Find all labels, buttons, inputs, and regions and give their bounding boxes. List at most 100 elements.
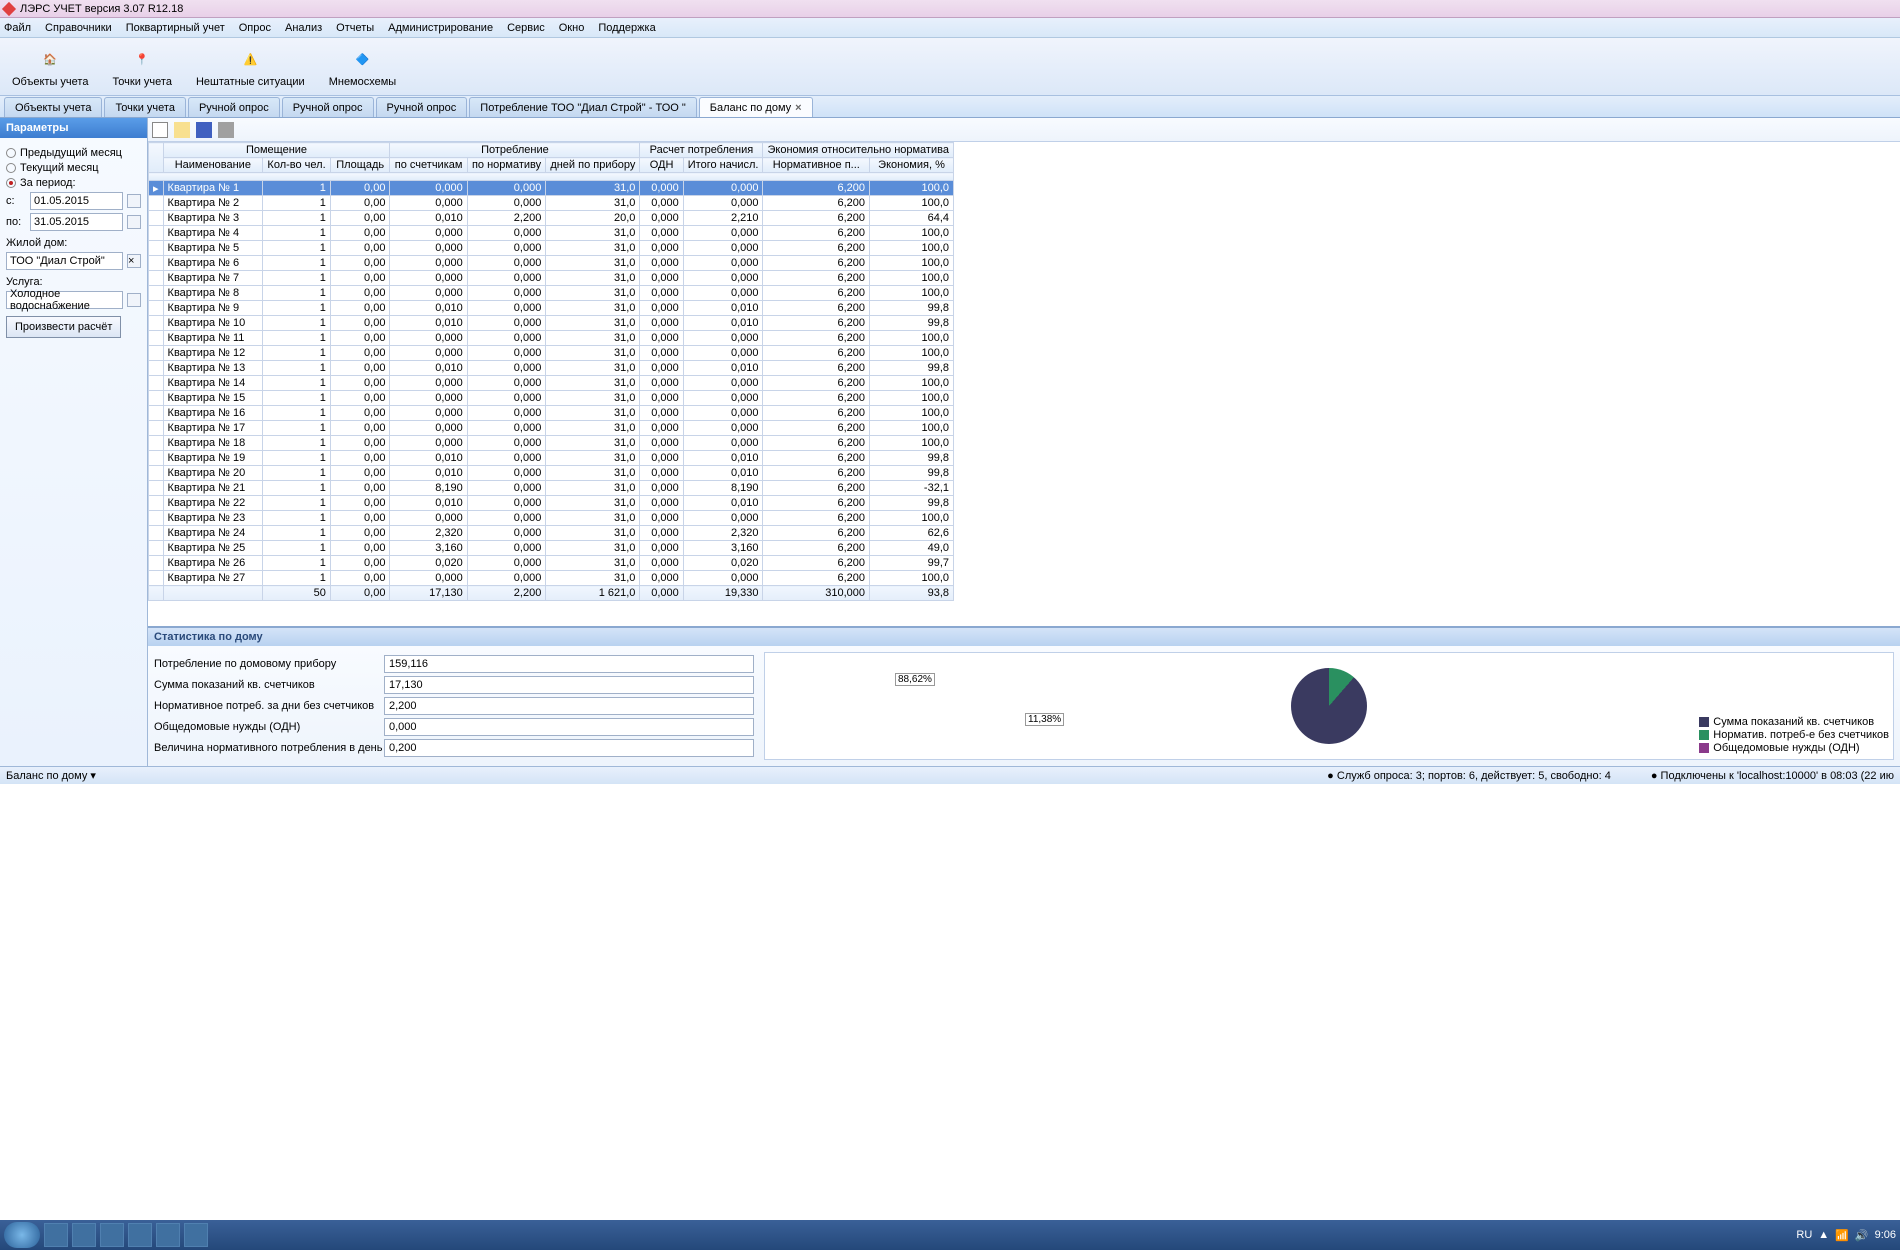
calculate-button[interactable]: Произвести расчёт <box>6 316 121 338</box>
menu-Файл[interactable]: Файл <box>4 22 31 34</box>
legend-label: Общедомовые нужды (ОДН) <box>1713 742 1859 754</box>
menu-Анализ[interactable]: Анализ <box>285 22 322 34</box>
taskbar-app-3[interactable] <box>100 1223 124 1247</box>
table-row[interactable]: Квартира № 1810,000,0000,00031,00,0000,0… <box>149 436 954 451</box>
menu-Отчеты[interactable]: Отчеты <box>336 22 374 34</box>
tab-close-icon[interactable]: × <box>795 102 801 114</box>
table-row[interactable]: Квартира № 2710,000,0000,00031,00,0000,0… <box>149 571 954 586</box>
radio-prev-month[interactable]: Предыдущий месяц <box>6 147 141 159</box>
date-to-input[interactable]: 31.05.2015 <box>30 213 123 231</box>
table-row[interactable]: Квартира № 1410,000,0000,00031,00,0000,0… <box>149 376 954 391</box>
tab-Объекты учета[interactable]: Объекты учета <box>4 97 102 117</box>
grid-toolbar <box>148 118 1900 142</box>
radio-period[interactable]: За период: <box>6 177 141 189</box>
table-row[interactable]: Квартира № 610,000,0000,00031,00,0000,00… <box>149 256 954 271</box>
toolbar-Точки учета[interactable]: 📍Точки учета <box>104 44 180 90</box>
table-row[interactable]: Квартира № 1210,000,0000,00031,00,0000,0… <box>149 346 954 361</box>
toolbar-Мнемосхемы[interactable]: 🔷Мнемосхемы <box>321 44 405 90</box>
taskbar-app-5[interactable] <box>156 1223 180 1247</box>
stat-value[interactable]: 2,200 <box>384 697 754 715</box>
tab-Точки учета[interactable]: Точки учета <box>104 97 186 117</box>
table-row[interactable]: Квартира № 1110,000,0000,00031,00,0000,0… <box>149 331 954 346</box>
table-row[interactable]: Квартира № 1910,000,0100,00031,00,0000,0… <box>149 451 954 466</box>
table-row[interactable]: Квартира № 2510,003,1600,00031,00,0003,1… <box>149 541 954 556</box>
table-row[interactable]: Квартира № 2210,000,0100,00031,00,0000,0… <box>149 496 954 511</box>
house-clear-icon[interactable]: × <box>127 254 141 268</box>
table-row[interactable]: ▸Квартира № 110,000,0000,00031,00,0000,0… <box>149 181 954 196</box>
menu-Поквартирный учет[interactable]: Поквартирный учет <box>126 22 225 34</box>
table-row[interactable]: Квартира № 2410,002,3200,00031,00,0002,3… <box>149 526 954 541</box>
table-row[interactable]: Квартира № 2110,008,1900,00031,00,0008,1… <box>149 481 954 496</box>
stat-value[interactable]: 0,000 <box>384 718 754 736</box>
col-Наименование[interactable]: Наименование <box>163 158 263 173</box>
menu-Опрос[interactable]: Опрос <box>239 22 271 34</box>
service-picker-icon[interactable] <box>127 293 141 307</box>
table-row[interactable]: Квартира № 2010,000,0100,00031,00,0000,0… <box>149 466 954 481</box>
col-Итого начисл.[interactable]: Итого начисл. <box>683 158 763 173</box>
date-to-picker-icon[interactable] <box>127 215 141 229</box>
grid-area: ПомещениеПотреблениеРасчет потребленияЭк… <box>148 118 1900 766</box>
stat-value[interactable]: 0,200 <box>384 739 754 757</box>
table-row[interactable]: Квартира № 1510,000,0000,00031,00,0000,0… <box>149 391 954 406</box>
pie-legend: Сумма показаний кв. счетчиковНорматив. п… <box>1699 715 1889 755</box>
print-icon[interactable] <box>218 122 234 138</box>
tab-Ручной опрос[interactable]: Ручной опрос <box>282 97 374 117</box>
menu-Администрирование[interactable]: Администрирование <box>388 22 493 34</box>
date-from-picker-icon[interactable] <box>127 194 141 208</box>
service-combo[interactable]: Холодное водоснабжение <box>6 291 123 309</box>
tray-clock[interactable]: 9:06 <box>1875 1229 1896 1241</box>
col-дней по прибору[interactable]: дней по прибору <box>546 158 640 173</box>
toolbar-Объекты учета[interactable]: 🏠Объекты учета <box>4 44 96 90</box>
table-row[interactable]: Квартира № 1710,000,0000,00031,00,0000,0… <box>149 421 954 436</box>
stat-value[interactable]: 159,116 <box>384 655 754 673</box>
tray-lang[interactable]: RU <box>1796 1229 1812 1241</box>
edit-icon[interactable] <box>174 122 190 138</box>
menu-Окно[interactable]: Окно <box>559 22 585 34</box>
table-row[interactable]: Квартира № 1310,000,0100,00031,00,0000,0… <box>149 361 954 376</box>
start-button[interactable] <box>4 1222 40 1248</box>
table-row[interactable]: Квартира № 310,000,0102,20020,00,0002,21… <box>149 211 954 226</box>
menu-Поддержка[interactable]: Поддержка <box>598 22 655 34</box>
table-row[interactable]: Квартира № 2610,000,0200,00031,00,0000,0… <box>149 556 954 571</box>
menu-bar: Файл Справочники Поквартирный учет Опрос Ана… <box>0 18 1900 38</box>
taskbar-app-4[interactable] <box>128 1223 152 1247</box>
balance-grid[interactable]: ПомещениеПотреблениеРасчет потребленияЭк… <box>148 142 1900 626</box>
col-Нормативное п...[interactable]: Нормативное п... <box>763 158 870 173</box>
tray-flag-icon[interactable]: ▲ <box>1818 1229 1829 1241</box>
table-row[interactable]: Квартира № 910,000,0100,00031,00,0000,01… <box>149 301 954 316</box>
tab-Баланс по дому[interactable]: Баланс по дому× <box>699 97 813 117</box>
tab-Ручной опрос[interactable]: Ручной опрос <box>376 97 468 117</box>
date-from-input[interactable]: 01.05.2015 <box>30 192 123 210</box>
new-icon[interactable] <box>152 122 168 138</box>
table-row[interactable]: Квартира № 810,000,0000,00031,00,0000,00… <box>149 286 954 301</box>
table-row[interactable]: Квартира № 410,000,0000,00031,00,0000,00… <box>149 226 954 241</box>
status-left[interactable]: Баланс по дому ▾ <box>6 769 96 782</box>
table-row[interactable]: Квартира № 1010,000,0100,00031,00,0000,0… <box>149 316 954 331</box>
tray-network-icon[interactable]: 📶 <box>1835 1229 1849 1242</box>
tray-volume-icon[interactable]: 🔊 <box>1855 1229 1869 1242</box>
save-icon[interactable] <box>196 122 212 138</box>
menu-Сервис[interactable]: Сервис <box>507 22 545 34</box>
table-row[interactable]: Квартира № 510,000,0000,00031,00,0000,00… <box>149 241 954 256</box>
menu-Справочники[interactable]: Справочники <box>45 22 112 34</box>
tab-Потребление ТОО "Диал Строй" - ТОО "[interactable]: Потребление ТОО "Диал Строй" - ТОО " <box>469 97 697 117</box>
table-row[interactable]: Квартира № 710,000,0000,00031,00,0000,00… <box>149 271 954 286</box>
table-row[interactable]: Квартира № 1610,000,0000,00031,00,0000,0… <box>149 406 954 421</box>
pie-label-a: 88,62% <box>895 673 935 686</box>
radio-current-month[interactable]: Текущий месяц <box>6 162 141 174</box>
col-Площадь[interactable]: Площадь <box>330 158 390 173</box>
house-combo[interactable]: ТОО "Диал Строй" <box>6 252 123 270</box>
tab-Ручной опрос[interactable]: Ручной опрос <box>188 97 280 117</box>
stat-value[interactable]: 17,130 <box>384 676 754 694</box>
col-ОДН[interactable]: ОДН <box>640 158 683 173</box>
toolbar-Нештатные ситуации[interactable]: ⚠️Нештатные ситуации <box>188 44 313 90</box>
table-row[interactable]: Квартира № 210,000,0000,00031,00,0000,00… <box>149 196 954 211</box>
taskbar-app-1[interactable] <box>44 1223 68 1247</box>
col-Кол-во чел.[interactable]: Кол-во чел. <box>263 158 331 173</box>
col-по нормативу[interactable]: по нормативу <box>467 158 546 173</box>
col-по счетчикам[interactable]: по счетчикам <box>390 158 467 173</box>
taskbar-app-2[interactable] <box>72 1223 96 1247</box>
taskbar-app-6[interactable] <box>184 1223 208 1247</box>
table-row[interactable]: Квартира № 2310,000,0000,00031,00,0000,0… <box>149 511 954 526</box>
col-Экономия, %[interactable]: Экономия, % <box>870 158 954 173</box>
